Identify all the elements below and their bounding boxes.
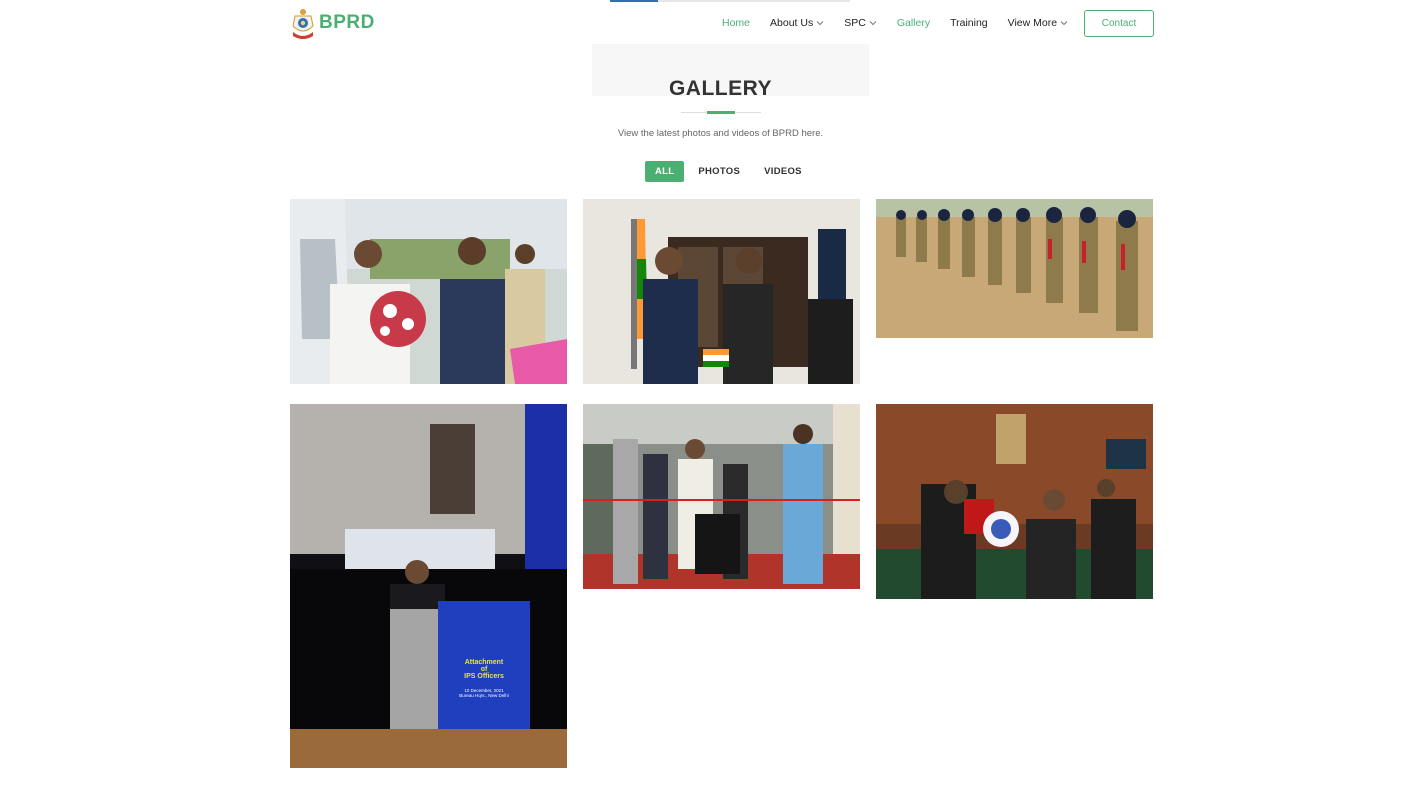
nav-home-label: Home [722,17,751,29]
podium-line-2: of [480,666,488,673]
award-photo-image [876,404,1153,599]
parade-photo-image [876,199,1153,338]
nav-view-more[interactable]: View More [1008,17,1068,29]
gallery-photo-robot[interactable] [583,404,860,589]
filter-all[interactable]: ALL [645,161,685,182]
nav-training-label: Training [950,17,988,29]
nav-home[interactable]: Home [722,17,750,29]
nav-spc[interactable]: SPC [844,17,877,29]
gallery-photo-bouquet[interactable] [290,199,567,384]
filter-videos[interactable]: VIDEOS [754,161,812,182]
gallery-filters: ALL PHOTOS VIDEOS [645,161,816,182]
site-header: BPRD Home About Us SPC Gallery Training … [0,0,1401,46]
nav-view-more-label: View More [1007,17,1058,29]
title-divider-accent [707,111,735,114]
podium-banner-text: Attachment of IPS Officers 10 December, … [445,659,523,698]
gallery-photo-handshake[interactable] [583,199,860,384]
gallery-photo-parade[interactable] [876,199,1153,338]
brand-name: BPRD [319,12,375,33]
chevron-down-icon [869,21,877,26]
chevron-down-icon [1060,21,1068,26]
nav-training[interactable]: Training [950,17,988,29]
podium-line-3: IPS Officers [464,673,504,680]
chevron-down-icon [816,21,824,26]
podium-line-1: Attachment [464,659,504,666]
title-divider [681,111,761,114]
gallery-photo-award[interactable] [876,404,1153,599]
podium-photo-image [290,404,567,768]
nav-gallery-label: Gallery [896,17,931,29]
bprd-emblem-icon [289,6,317,40]
gallery-photo-podium[interactable]: Attachment of IPS Officers 10 December, … [290,404,567,768]
nav-gallery[interactable]: Gallery [897,17,930,29]
page-title: GALLERY [668,77,773,100]
brand-logo[interactable]: BPRD [289,6,375,40]
nav-spc-label: SPC [844,17,866,29]
bouquet-photo-image [290,199,567,384]
main-nav: Home About Us SPC Gallery Training View … [722,17,1088,29]
podium-line-5: Bureau Hqrs., New Delhi [459,693,509,698]
filter-photos[interactable]: PHOTOS [688,161,750,182]
nav-about-us-label: About Us [770,17,814,29]
page-subtitle: View the latest photos and videos of BPR… [617,128,824,139]
handshake-photo-image [583,199,860,384]
nav-about-us[interactable]: About Us [770,17,824,29]
contact-button[interactable]: Contact [1084,10,1154,37]
robot-photo-image [583,404,860,589]
